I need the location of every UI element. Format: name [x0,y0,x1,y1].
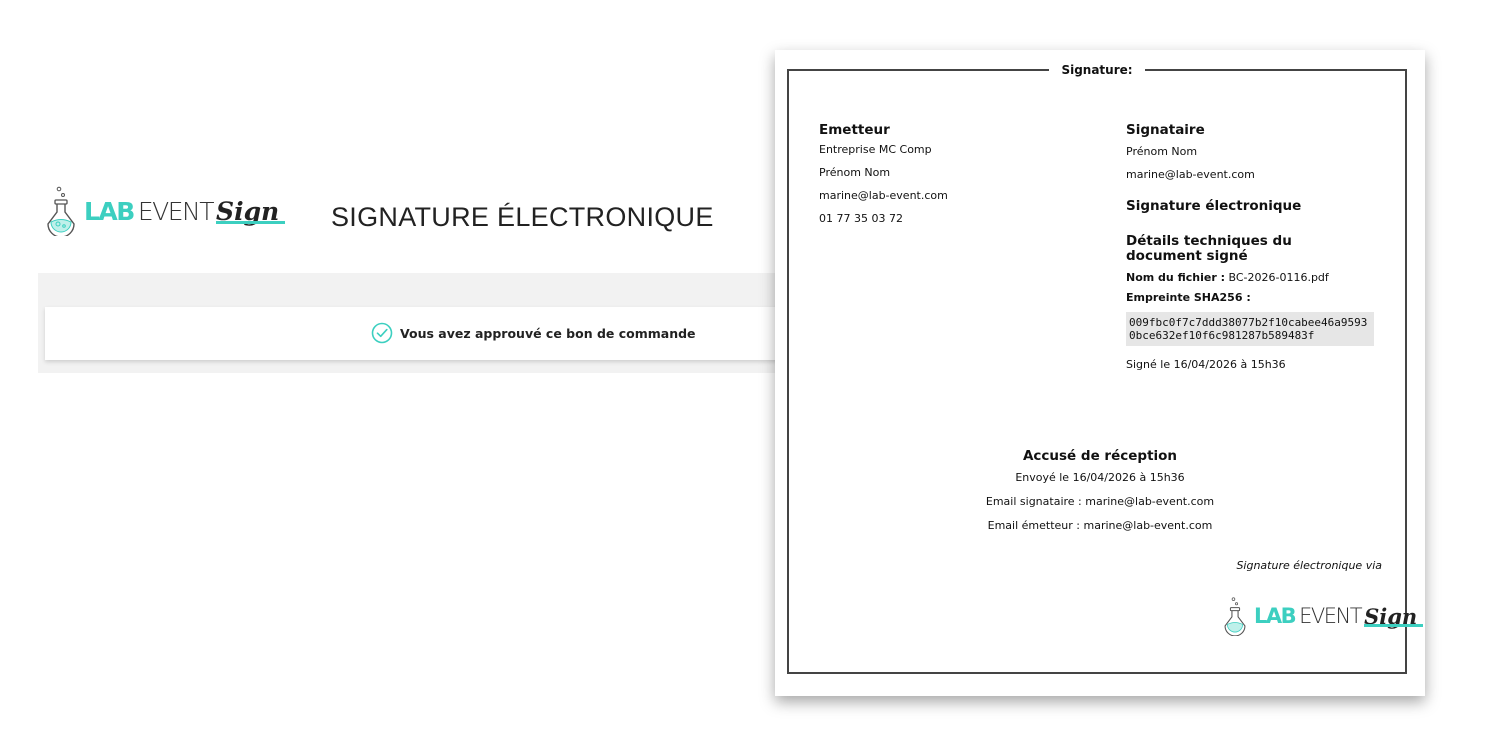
signature-document: Signature: Emetteur Entreprise MC Comp P… [775,50,1425,696]
brand-logo: LAB EVENT Sign [44,186,286,236]
signed-at: Signé le 16/04/2026 à 15h36 [1126,358,1286,371]
esign-heading: Signature électronique [1126,198,1302,214]
emitter-name: Prénom Nom [819,166,891,179]
emitter-email: marine@lab-event.com [819,189,948,202]
signer-block: Signataire Prénom Nom marine@lab-event.c… [1126,122,1374,371]
receipt-heading: Accusé de réception [1022,448,1178,464]
brand-sign-text: Sign [1364,603,1424,629]
frame-label: Signature: [1049,63,1145,77]
emitter-phone: 01 77 35 03 72 [819,212,903,225]
receipt-block: Accusé de réception Envoyé le 16/04/2026… [775,448,1425,538]
flask-icon [1224,597,1246,636]
file-name-value: BC-2026-0116.pdf [1228,271,1329,284]
hash-label: Empreinte SHA256 : [1126,291,1251,304]
tech-details-heading: Détails techniques du document signé [1126,233,1292,264]
approval-banner: Vous avez approuvé ce bon de commande [45,307,805,360]
sha256-hash: 009fbc0f7c7ddd38077b2f10cabee46a95930bce… [1126,312,1374,346]
brand-event-text: EVENT [137,196,215,226]
emitter-block: Emetteur Entreprise MC Comp Prénom Nom m… [819,122,1079,230]
brand-lab-text: LAB [84,196,135,226]
signature-via-text: Signature électronique via [1236,559,1382,572]
file-name-row: Nom du fichier : BC-2026-0116.pdf [1126,268,1366,288]
document-brand-logo: LAB EVENT Sign [1222,596,1424,636]
brand-sign-text: Sign [216,196,286,226]
brand-lab-text: LAB [1254,604,1297,628]
page-title: SIGNATURE ÉLECTRONIQUE [331,202,714,232]
receipt-signer-email: Email signataire : marine@lab-event.com [985,495,1215,508]
brand-event-text: EVENT [1299,604,1362,628]
emitter-company: Entreprise MC Comp [819,143,932,156]
emitter-heading: Emetteur [819,122,890,138]
file-name-label: Nom du fichier : [1126,271,1225,284]
flask-icon [47,186,75,236]
hash-label-row: Empreinte SHA256 : [1126,288,1366,308]
check-circle-icon [371,322,393,344]
signer-heading: Signataire [1126,122,1205,138]
signer-name: Prénom Nom [1126,145,1198,158]
signer-email: marine@lab-event.com [1126,168,1255,181]
approval-message: Vous avez approuvé ce bon de commande [400,325,696,341]
receipt-sent: Envoyé le 16/04/2026 à 15h36 [1015,471,1185,484]
receipt-emitter-email: Email émetteur : marine@lab-event.com [987,519,1213,532]
